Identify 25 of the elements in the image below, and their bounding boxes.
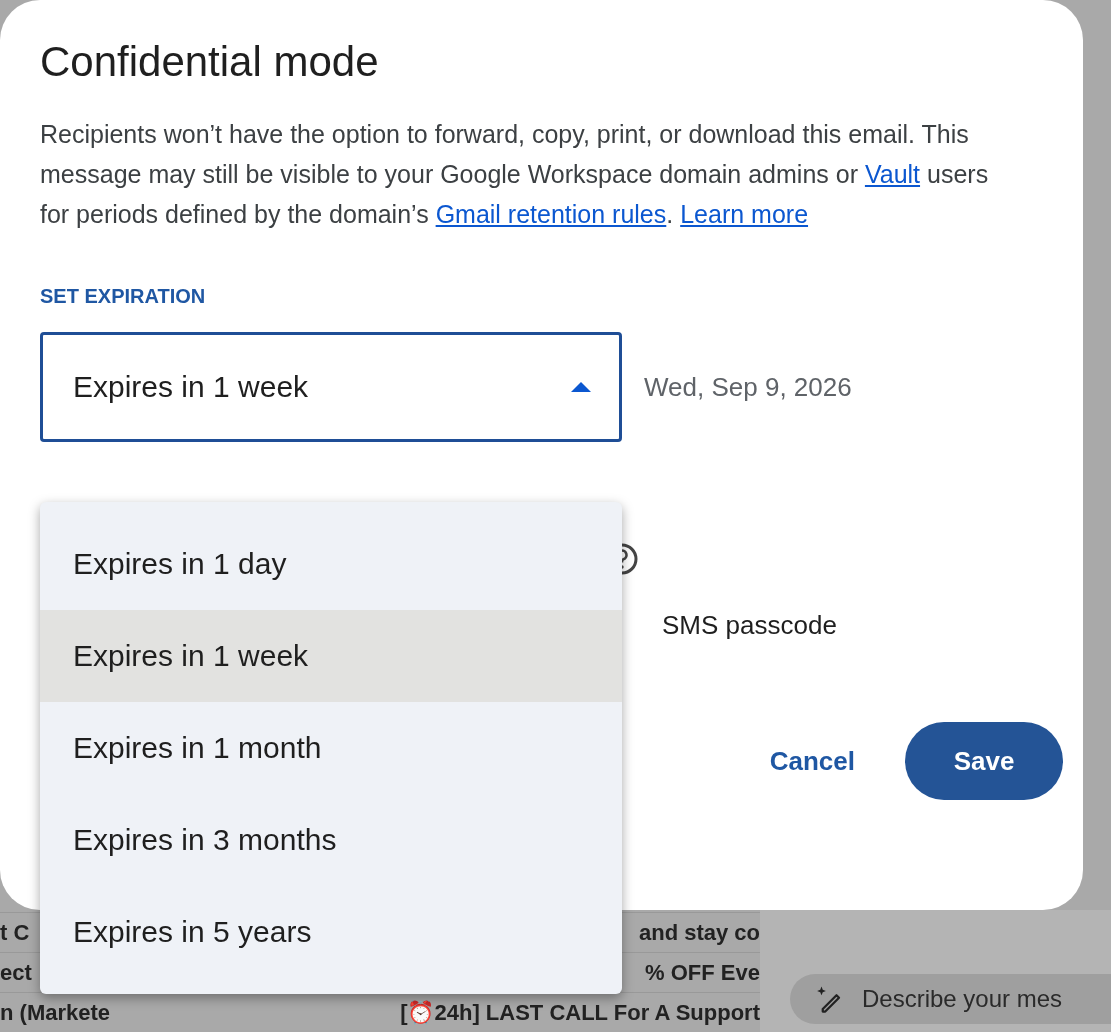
sender-name: ect — [0, 959, 32, 986]
email-subject: % OFF Eve — [645, 959, 760, 986]
caret-up-icon — [571, 382, 591, 392]
sender-name: t C — [0, 919, 30, 946]
help-link[interactable]: Gmail retention rules — [435, 200, 667, 228]
menu-option[interactable]: Expires in 1 month — [40, 702, 622, 794]
help-link[interactable]: Learn more — [680, 200, 809, 228]
email-subject: and stay co — [638, 919, 760, 946]
menu-option[interactable]: Expires in 1 week — [40, 610, 622, 702]
dialog-title: Confidential mode — [40, 37, 380, 87]
expiration-select[interactable]: Expires in 1 week — [40, 332, 622, 442]
save-button[interactable]: Save — [905, 722, 1063, 800]
expiration-date: Wed, Sep 9, 2026 — [644, 371, 852, 403]
menu-option[interactable]: Expires in 5 years — [40, 886, 622, 978]
menu-option[interactable]: Expires in 3 months — [40, 794, 622, 886]
prompt-field[interactable]: Describe your mes — [790, 974, 1111, 1024]
placeholder-text: Describe your mes — [862, 985, 1063, 1013]
help-link[interactable]: Vault — [864, 160, 921, 188]
description-text: Recipients won’t have the option to forward, copy, print, or download this email. This message may still be visible to your Google Workspace domain admins or Vault users for periods defined by the domain’s Gmail retention rules. Learn more — [40, 119, 990, 230]
menu-option[interactable]: Expires in 1 day — [40, 518, 622, 610]
cancel-button[interactable]: Cancel — [759, 735, 865, 787]
section-label: SET EXPIRATION — [40, 284, 207, 308]
email-subject: [⏰24h] LAST CALL For A Support — [400, 999, 760, 1026]
sender-name: n (Markete — [0, 999, 111, 1026]
passcode-option-label: SMS passcode — [662, 610, 838, 640]
